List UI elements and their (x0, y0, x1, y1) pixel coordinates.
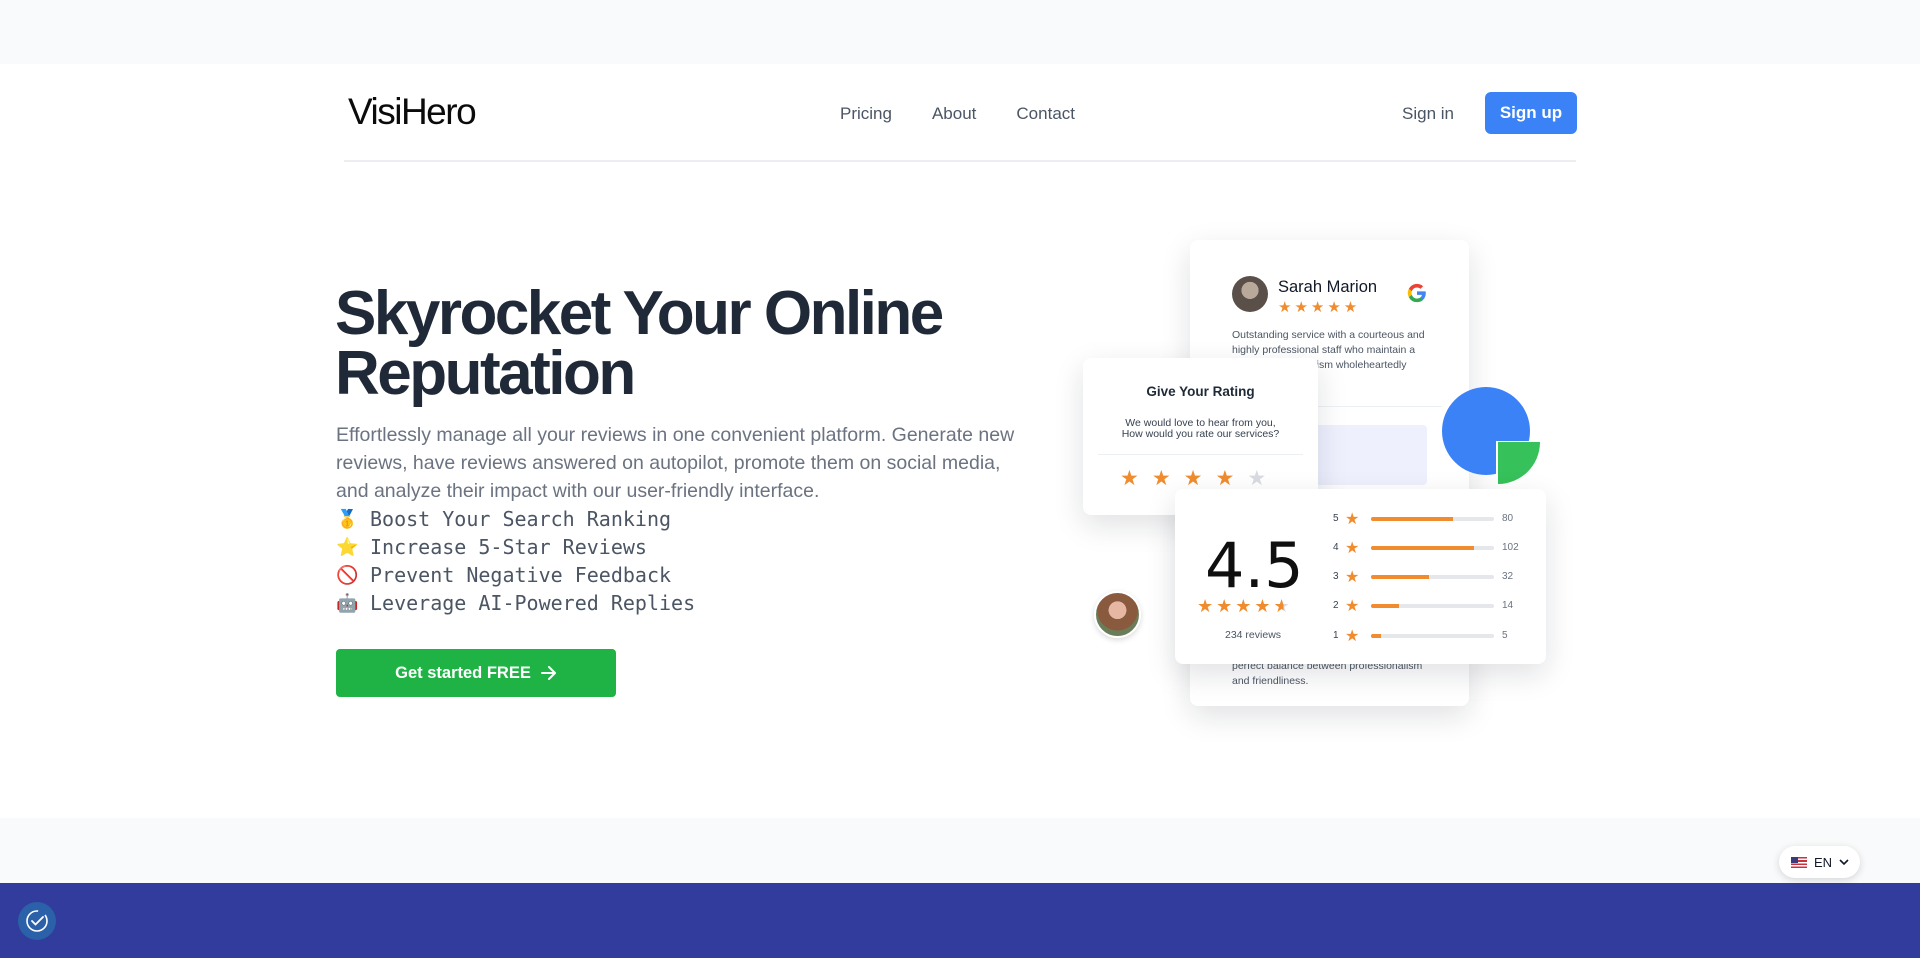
cookie-consent-icon (26, 910, 48, 932)
get-started-label: Get started FREE (395, 663, 531, 682)
distribution-bar-fill (1371, 603, 1400, 608)
get-started-button[interactable]: Get started FREE (336, 649, 616, 697)
top-band (0, 0, 1920, 64)
distribution-level: 5 (1333, 513, 1339, 524)
feature-list: 🥇 Boost Your Search Ranking ⭐ Increase 5… (336, 505, 695, 617)
feature-item: ⭐ Increase 5-Star Reviews (336, 533, 695, 561)
nav-link-pricing[interactable]: Pricing (840, 104, 892, 124)
filled-star-icon[interactable]: ★ (1184, 466, 1203, 491)
distribution-level: 2 (1333, 600, 1339, 611)
distribution-count: 32 (1502, 571, 1514, 582)
distribution-bar-fill (1371, 545, 1475, 550)
star-icon: ★ (1345, 510, 1360, 528)
rating-stars: ★ ★ ★ ★ ★ (1120, 466, 1266, 491)
distribution-count: 14 (1502, 600, 1514, 611)
distribution-count: 102 (1502, 542, 1519, 553)
arrow-right-icon (540, 666, 556, 680)
filled-star-icon[interactable]: ★ (1120, 466, 1139, 491)
distribution-row: 2 ★ 14 (1333, 597, 1514, 615)
distribution-row: 4 ★ 102 (1333, 539, 1519, 557)
us-flag-icon (1791, 856, 1807, 868)
distribution-bar-track (1371, 545, 1494, 550)
logo[interactable]: VisiHero (348, 91, 477, 133)
star-icon: ★ (1345, 627, 1360, 645)
distribution-bar-track (1371, 633, 1494, 638)
distribution-row: 1 ★ 5 (1333, 627, 1508, 645)
review-stars: ★★★★★ (1278, 299, 1361, 316)
feature-text: Boost Your Search Ranking (370, 507, 672, 531)
divider (1098, 454, 1303, 455)
distribution-count: 5 (1502, 630, 1508, 641)
review-count: 234 reviews (1225, 629, 1282, 641)
star-icon: ★ (1345, 597, 1360, 615)
robot-icon: 🤖 (336, 592, 359, 614)
nav-links: Pricing About Contact (840, 104, 1075, 124)
google-icon (1407, 283, 1426, 303)
cookie-settings-button[interactable] (18, 902, 56, 940)
distribution-bar-track (1371, 574, 1494, 579)
score-summary-card: 4.5 ★★★★★ 234 reviews 5 ★ 80 4 ★ 102 3 ★ 32 2 ★ 14 1… (1175, 489, 1546, 664)
reviewer-avatar (1232, 276, 1268, 312)
feature-item: 🤖 Leverage AI-Powered Replies (336, 589, 695, 617)
footer-band (0, 883, 1920, 958)
distribution-level: 4 (1333, 542, 1339, 553)
distribution-bar-track (1371, 516, 1494, 521)
distribution-level: 1 (1333, 630, 1339, 641)
language-code: EN (1814, 854, 1833, 870)
rating-title: Give Your Rating (1146, 384, 1255, 399)
feature-item: 🥇 Boost Your Search Ranking (336, 505, 695, 533)
distribution-bar-fill (1371, 633, 1381, 638)
language-selector[interactable]: EN (1779, 846, 1860, 878)
sign-in-link[interactable]: Sign in (1402, 104, 1454, 124)
distribution-bar-track (1371, 603, 1494, 608)
distribution-bar-fill (1371, 574, 1429, 579)
distribution-count: 80 (1502, 513, 1514, 524)
medal-icon: 🥇 (336, 508, 359, 530)
star-icon: ⭐ (336, 536, 359, 558)
customer-avatar (1094, 591, 1141, 638)
nav-link-about[interactable]: About (932, 104, 976, 124)
empty-star-icon[interactable]: ★ (1247, 466, 1266, 491)
rating-subtitle: We would love to hear from you, How woul… (1103, 418, 1298, 440)
distribution-row: 3 ★ 32 (1333, 568, 1514, 586)
lower-band (0, 818, 1920, 883)
chevron-down-icon (1839, 858, 1849, 865)
star-icon: ★ (1345, 568, 1360, 586)
filled-star-icon[interactable]: ★ (1215, 466, 1234, 491)
feature-item: 🚫 Prevent Negative Feedback (336, 561, 695, 589)
navbar: VisiHero Pricing About Contact Sign in S… (344, 64, 1577, 162)
average-score: 4.5 (1205, 529, 1304, 602)
star-icon: ★ (1345, 539, 1360, 557)
feature-text: Increase 5-Star Reviews (370, 535, 647, 559)
feature-text: Leverage AI-Powered Replies (370, 591, 696, 615)
rating-subtitle-line: How would you rate our services? (1121, 428, 1280, 440)
distribution-row: 5 ★ 80 (1333, 510, 1514, 528)
feature-text: Prevent Negative Feedback (370, 563, 672, 587)
distribution-bar-fill (1371, 516, 1454, 521)
hero-description: Effortlessly manage all your reviews in … (336, 424, 1015, 502)
hero-headline: Skyrocket Your Online Reputation (335, 279, 944, 408)
reviewer-name: Sarah Marion (1278, 278, 1378, 296)
filled-star-icon[interactable]: ★ (1152, 466, 1171, 491)
distribution-level: 3 (1333, 571, 1339, 582)
score-stars: ★★★★★ (1197, 596, 1293, 616)
nav-link-contact[interactable]: Contact (1016, 104, 1075, 124)
prohibited-icon: 🚫 (336, 564, 359, 586)
sign-up-button[interactable]: Sign up (1485, 92, 1577, 134)
